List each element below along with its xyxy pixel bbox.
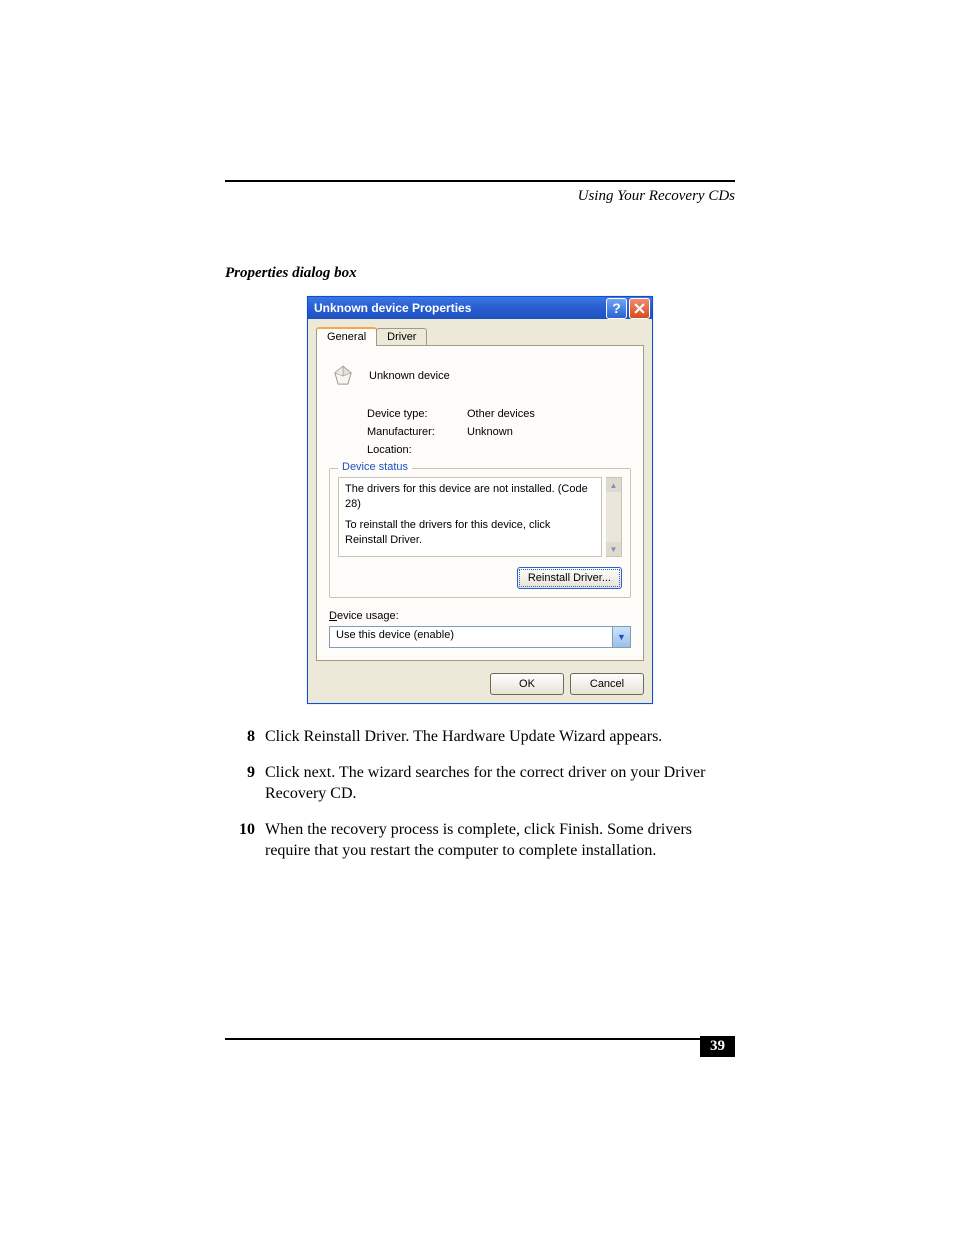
device-status-text: The drivers for this device are not inst… bbox=[338, 477, 602, 557]
step-text: When the recovery process is complete, c… bbox=[265, 819, 735, 862]
step-text: Click Reinstall Driver. The Hardware Upd… bbox=[265, 726, 735, 748]
chevron-down-icon[interactable]: ▼ bbox=[612, 627, 630, 647]
scroll-up-icon[interactable]: ▲ bbox=[606, 478, 621, 492]
device-header: Unknown device bbox=[329, 358, 631, 390]
properties-dialog: Unknown device Properties ? General Driv… bbox=[307, 296, 653, 704]
ok-button[interactable]: OK bbox=[490, 673, 564, 695]
status-line-1: The drivers for this device are not inst… bbox=[345, 482, 595, 512]
bottom-rule bbox=[225, 1038, 735, 1040]
location-label: Location: bbox=[367, 444, 467, 456]
manufacturer-label: Manufacturer: bbox=[367, 426, 467, 438]
device-icon bbox=[329, 362, 357, 390]
device-type-value: Other devices bbox=[467, 408, 535, 420]
status-scrollbar[interactable]: ▲ ▼ bbox=[606, 477, 622, 557]
help-button[interactable]: ? bbox=[606, 298, 627, 319]
cancel-button[interactable]: Cancel bbox=[570, 673, 644, 695]
dialog-titlebar: Unknown device Properties ? bbox=[308, 297, 652, 319]
dialog-body: General Driver Unknown device bbox=[308, 319, 652, 703]
device-usage-dropdown[interactable]: Use this device (enable) ▼ bbox=[329, 626, 631, 648]
device-type-label: Device type: bbox=[367, 408, 467, 420]
tab-general[interactable]: General bbox=[316, 327, 377, 346]
page-content: Using Your Recovery CDs Properties dialo… bbox=[225, 180, 735, 876]
reinstall-driver-button[interactable]: Reinstall Driver... bbox=[517, 567, 622, 589]
close-button[interactable] bbox=[629, 298, 650, 319]
step-9: 9 Click next. The wizard searches for th… bbox=[225, 762, 735, 805]
status-line-2: To reinstall the drivers for this device… bbox=[345, 518, 595, 548]
device-status-legend: Device status bbox=[338, 461, 412, 473]
instruction-steps: 8 Click Reinstall Driver. The Hardware U… bbox=[225, 726, 735, 862]
step-number: 8 bbox=[225, 726, 265, 748]
dialog-title: Unknown device Properties bbox=[314, 301, 604, 315]
step-number: 10 bbox=[225, 819, 265, 862]
tab-pane-general: Unknown device Device type: Other device… bbox=[316, 346, 644, 661]
step-number: 9 bbox=[225, 762, 265, 805]
device-usage-value: Use this device (enable) bbox=[330, 627, 612, 647]
step-8: 8 Click Reinstall Driver. The Hardware U… bbox=[225, 726, 735, 748]
footer-area: 39 bbox=[225, 1038, 735, 1040]
scroll-down-icon[interactable]: ▼ bbox=[606, 542, 621, 556]
help-icon: ? bbox=[612, 300, 621, 316]
manufacturer-value: Unknown bbox=[467, 426, 513, 438]
figure-caption: Properties dialog box bbox=[225, 265, 735, 282]
device-status-fieldset: Device status The drivers for this devic… bbox=[329, 468, 631, 598]
close-icon bbox=[634, 303, 645, 314]
figure-wrapper: Unknown device Properties ? General Driv… bbox=[225, 296, 735, 704]
top-rule bbox=[225, 180, 735, 182]
section-title: Using Your Recovery CDs bbox=[225, 188, 735, 205]
tab-driver[interactable]: Driver bbox=[376, 328, 427, 345]
device-info: Device type: Other devices Manufacturer:… bbox=[367, 408, 631, 456]
step-text: Click next. The wizard searches for the … bbox=[265, 762, 735, 805]
device-name: Unknown device bbox=[369, 370, 450, 382]
step-10: 10 When the recovery process is complete… bbox=[225, 819, 735, 862]
page-number: 39 bbox=[700, 1036, 735, 1057]
device-usage-label: Device usage: bbox=[329, 610, 631, 622]
tab-strip: General Driver bbox=[316, 325, 644, 346]
dialog-footer: OK Cancel bbox=[316, 673, 644, 695]
